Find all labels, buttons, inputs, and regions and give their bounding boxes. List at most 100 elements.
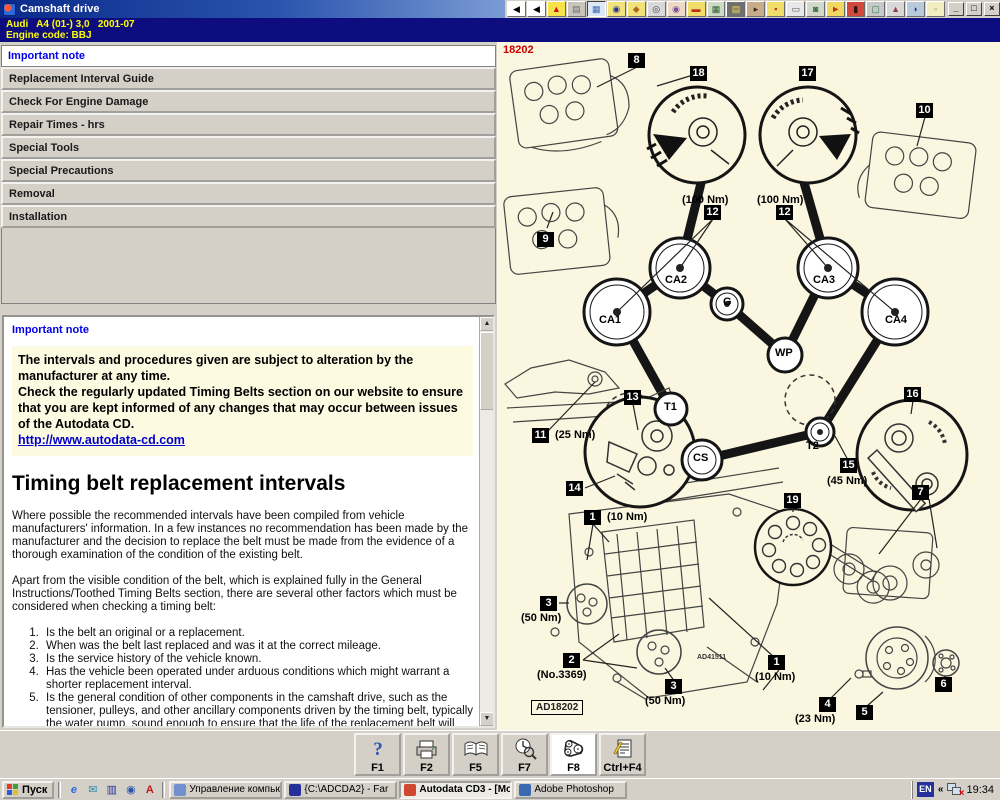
fuel-system-icon[interactable]: ▬ <box>687 1 706 17</box>
menu-item-repair-times[interactable]: Repair Times - hrs <box>1 113 496 136</box>
callout-5: 5 <box>856 705 873 720</box>
close-button[interactable]: × <box>984 2 1000 16</box>
minimize-button[interactable]: _ <box>948 2 964 16</box>
menu-item-removal[interactable]: Removal <box>1 182 496 205</box>
menu-item-check-for-engine-damage[interactable]: Check For Engine Damage <box>1 90 496 113</box>
menu-item-replacement-interval-guide[interactable]: Replacement Interval Guide <box>1 67 496 90</box>
warning-icon[interactable]: ▲ <box>547 1 566 17</box>
service-gauge-icon[interactable]: ◉ <box>607 1 626 17</box>
function-key-toolbar: ? F1 F2 F5 <box>0 730 1000 778</box>
scroll-down-icon[interactable]: ▼ <box>480 712 494 726</box>
callout-17: 17 <box>799 66 816 81</box>
task-far-manager[interactable]: {C:\ADCDA2} - Far <box>284 781 397 799</box>
printer-icon[interactable]: ▭ <box>786 1 805 17</box>
svg-text:?: ? <box>373 739 383 760</box>
print-button[interactable]: F2 <box>403 733 450 776</box>
tray-chevron[interactable]: « <box>938 784 944 795</box>
media-player-icon[interactable]: ◉ <box>122 782 139 798</box>
acrobat-icon[interactable]: A <box>141 782 158 798</box>
callout-15: 15 <box>840 458 857 473</box>
top-toolbar: ◀ ◀ ▲ ▤ ▦ ◉ ◆ ◎ ◉ ▬ ▦ ▤ ▸ ▪ ▭ ◙ ► ▮ ▢ ▲ … <box>505 0 1000 18</box>
task-icon <box>519 784 531 796</box>
callout-1a: 1 <box>584 510 601 525</box>
maximize-button[interactable]: □ <box>966 2 982 16</box>
callout-19: 19 <box>784 493 801 508</box>
pulley-label-wp: WP <box>775 347 793 359</box>
towing-icon[interactable]: ► <box>826 1 845 17</box>
callout-12b: 12 <box>776 205 793 220</box>
torque-label: (50 Nm) <box>645 695 685 707</box>
note-line: Check the regularly updated Timing Belts… <box>18 384 467 432</box>
belt-diagram-button[interactable]: F8 <box>550 733 597 776</box>
doors-icon[interactable]: ▦ <box>707 1 726 17</box>
engine-code: Engine code: BBJ <box>6 30 92 41</box>
callout-9: 9 <box>537 232 554 247</box>
repair-times-button[interactable]: F7 <box>501 733 548 776</box>
menu-item-special-tools[interactable]: Special Tools <box>1 136 496 159</box>
task-photoshop[interactable]: Adobe Photoshop <box>514 781 627 799</box>
menu-empty-area <box>1 228 496 304</box>
seat-icon[interactable]: ▮ <box>846 1 865 17</box>
torque-label: (50 Nm) <box>521 612 561 624</box>
menu-item-important-note[interactable]: Important note <box>1 45 496 67</box>
engine-icon[interactable]: ◙ <box>806 1 825 17</box>
injector-icon[interactable]: ▸ <box>746 1 765 17</box>
ie-icon[interactable]: e <box>65 782 82 798</box>
torque-label: (10 Nm) <box>755 671 795 683</box>
torque-label: (23 Nm) <box>795 713 835 725</box>
torque-label: (100 Nm) <box>682 194 728 206</box>
manual-button[interactable]: F5 <box>452 733 499 776</box>
task-computer-management[interactable]: Управление компьюте... <box>169 781 282 799</box>
vertical-scrollbar[interactable]: ▲ ▼ <box>479 317 493 726</box>
article-panel: Important note The intervals and procedu… <box>2 315 495 728</box>
outlook-icon[interactable]: ✉ <box>84 782 101 798</box>
torque-label: (45 Nm) <box>827 475 867 487</box>
taskbar: Пуск e ✉ ▥ ◉ A Управление компьюте... {C… <box>0 778 1000 800</box>
article-note-heading: Important note <box>12 324 473 336</box>
language-indicator[interactable]: EN <box>917 782 934 797</box>
callout-14: 14 <box>566 481 583 496</box>
page-title: Timing belt replacement intervals <box>12 472 473 496</box>
hazard-icon[interactable]: ▲ <box>886 1 905 17</box>
car-data-icon[interactable]: ◗ <box>906 1 925 17</box>
windows-logo-icon <box>7 784 19 795</box>
callout-12a: 12 <box>704 205 721 220</box>
battery-icon[interactable]: ▪ <box>766 1 785 17</box>
list-item: Is the belt an original or a replacement… <box>42 627 473 640</box>
scroll-up-icon[interactable]: ▲ <box>480 317 494 331</box>
notes-icon[interactable]: ▫ <box>926 1 945 17</box>
task-icon <box>289 784 301 796</box>
wheel-lift-icon[interactable]: ◆ <box>627 1 646 17</box>
scrollbar-thumb[interactable] <box>480 332 494 410</box>
menu-item-special-precautions[interactable]: Special Precautions <box>1 159 496 182</box>
callout-7: 7 <box>912 485 929 500</box>
chassis-icon[interactable]: ▦ <box>587 1 606 17</box>
autodata-link[interactable]: http://www.autodata-cd.com <box>18 433 185 447</box>
back-icon[interactable]: ◀ <box>527 1 546 17</box>
task-autodata[interactable]: Autodata CD3 - [Mod... <box>399 781 512 799</box>
torque-label: (10 Nm) <box>607 511 647 523</box>
edit-note-button[interactable]: Ctrl+F4 <box>599 733 646 776</box>
network-offline-icon[interactable]: × <box>947 783 962 796</box>
callout-16: 16 <box>904 387 921 402</box>
help-button[interactable]: ? F1 <box>354 733 401 776</box>
list-item: Is the general condition of other compon… <box>42 692 473 728</box>
callout-8: 8 <box>628 53 645 68</box>
tyre-icon[interactable]: ◎ <box>647 1 666 17</box>
instruments-icon[interactable]: ◉ <box>667 1 686 17</box>
list-item: Is the service history of the vehicle kn… <box>42 653 473 666</box>
window-title: Camshaft drive <box>20 3 99 15</box>
dashboard-icon[interactable]: ▤ <box>726 1 745 17</box>
pulley-label-g: G <box>723 296 732 308</box>
callout-4: 4 <box>819 697 836 712</box>
books-icon[interactable]: ▥ <box>103 782 120 798</box>
first-page-icon[interactable]: ◀ <box>507 1 526 17</box>
menu-item-installation[interactable]: Installation <box>1 205 496 228</box>
start-button[interactable]: Пуск <box>2 781 54 799</box>
aircon-icon[interactable]: ▢ <box>866 1 885 17</box>
pulley-label-ca3: CA3 <box>813 274 835 286</box>
callout-3b: 3 <box>665 679 682 694</box>
pulley-label-ca1: CA1 <box>599 314 621 326</box>
callout-11: 11 <box>532 428 549 443</box>
contents-icon[interactable]: ▤ <box>567 1 586 17</box>
